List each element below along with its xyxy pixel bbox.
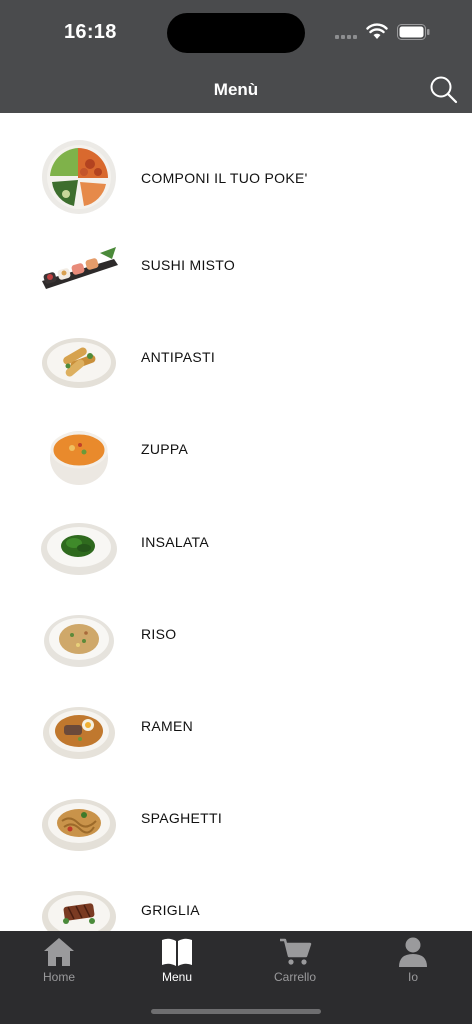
page-title: Menù: [213, 80, 259, 99]
menu-item-poke[interactable]: COMPONI IL TUO POKE': [0, 113, 472, 223]
menu-item-label: ZUPPA: [141, 441, 189, 458]
menu-item-label: RAMEN: [141, 717, 194, 734]
header: 16:18 Menù: [0, 0, 472, 113]
seaweed-salad-image: [41, 522, 117, 575]
cellular-signal-icon: [335, 35, 357, 39]
dynamic-island: [167, 13, 305, 53]
menu-item-ramen[interactable]: RAMEN: [0, 684, 472, 776]
menu-item-antipasti[interactable]: ANTIPASTI: [0, 315, 472, 407]
tab-label: Menu: [161, 970, 193, 984]
search-icon[interactable]: [428, 74, 460, 106]
tab-menu[interactable]: Menu: [118, 931, 236, 991]
menu-list: COMPONI IL TUO POKE' SUSHI MISTO ANTIPAS…: [0, 113, 472, 931]
menu-item-label: GRIGLIA: [141, 902, 200, 919]
tab-home[interactable]: Home: [0, 931, 118, 991]
cart-icon: [280, 938, 312, 965]
tab-label: Io: [407, 970, 418, 984]
fried-rice-image: [44, 614, 114, 667]
poke-bowl-image: [42, 140, 116, 214]
menu-item-label: INSALATA: [141, 533, 210, 550]
menu-item-spaghetti[interactable]: SPAGHETTI: [0, 776, 472, 868]
person-icon: [399, 937, 427, 967]
sushi-platter-image: [42, 247, 118, 289]
home-indicator: [151, 1009, 321, 1014]
menu-item-sushi[interactable]: SUSHI MISTO: [0, 223, 472, 315]
tab-label: Carrello: [273, 970, 316, 984]
wifi-icon: [366, 23, 388, 39]
tab-label: Home: [42, 970, 75, 984]
tab-io[interactable]: Io: [354, 931, 472, 991]
menu-item-insalata[interactable]: INSALATA: [0, 500, 472, 592]
menu-item-label: SUSHI MISTO: [141, 257, 236, 273]
menu-item-zuppa[interactable]: ZUPPA: [0, 407, 472, 499]
noodles-plate-image: [42, 799, 116, 852]
status-time: 16:18: [64, 21, 117, 43]
tab-carrello[interactable]: Carrello: [236, 931, 354, 991]
grill-plate-image: [42, 891, 116, 931]
menu-item-label: ANTIPASTI: [141, 349, 216, 366]
menu-item-griglia[interactable]: GRIGLIA: [0, 868, 472, 931]
menu-item-label: RISO: [141, 625, 177, 642]
book-icon: [162, 938, 192, 966]
battery-icon: [397, 24, 430, 40]
ramen-bowl-image: [43, 706, 115, 759]
soup-bowl-image: [50, 431, 108, 486]
appetizer-plate-image: [42, 338, 116, 389]
home-icon: [44, 938, 74, 966]
menu-item-label: SPAGHETTI: [141, 810, 223, 827]
tab-bar: Home Menu Carrello Io: [0, 931, 472, 1024]
menu-item-label: COMPONI IL TUO POKE': [141, 170, 308, 186]
menu-item-riso[interactable]: RISO: [0, 592, 472, 684]
